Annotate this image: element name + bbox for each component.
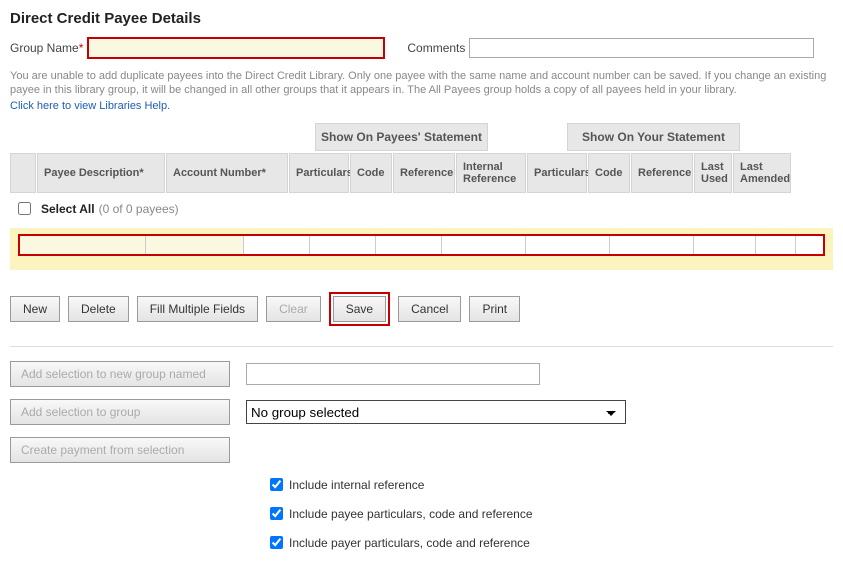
cell-code-2[interactable] (610, 236, 694, 254)
cell-reference[interactable] (376, 236, 442, 254)
cell-last-used (756, 236, 796, 254)
group-select[interactable]: No group selected (246, 400, 626, 424)
help-link[interactable]: Click here to view Libraries Help. (10, 100, 170, 112)
select-all-checkbox[interactable] (18, 202, 31, 215)
col-header-particulars-2: Particulars (527, 153, 587, 193)
fill-multiple-button[interactable]: Fill Multiple Fields (137, 296, 258, 322)
group-name-label: Group Name* (10, 41, 83, 55)
info-text: You are unable to add duplicate payees i… (10, 69, 833, 97)
group-name-input[interactable] (87, 37, 385, 59)
include-internal-ref-label: Include internal reference (289, 478, 424, 492)
cell-code[interactable] (310, 236, 376, 254)
create-payment-button: Create payment from selection (10, 437, 230, 463)
save-button[interactable]: Save (333, 296, 386, 322)
select-all-label: Select All (41, 202, 95, 216)
cell-internal-ref[interactable] (442, 236, 526, 254)
page-title: Direct Credit Payee Details (10, 10, 833, 27)
group-header-payees: Show On Payees' Statement (315, 123, 488, 151)
add-selection-new-group-button: Add selection to new group named (10, 361, 230, 387)
group-header-your: Show On Your Statement (567, 123, 740, 151)
include-payee-part-checkbox[interactable] (270, 507, 283, 520)
cell-payee-desc[interactable] (20, 236, 146, 254)
cell-particulars-2[interactable] (526, 236, 610, 254)
include-payee-part-label: Include payee particulars, code and refe… (289, 507, 533, 521)
cell-account-no[interactable] (146, 236, 244, 254)
include-payer-part-checkbox[interactable] (270, 536, 283, 549)
add-selection-to-group-button: Add selection to group (10, 399, 230, 425)
new-group-name-input[interactable] (246, 363, 540, 385)
include-payer-part-label: Include payer particulars, code and refe… (289, 536, 530, 550)
cell-last-amended (796, 236, 823, 254)
col-header-reference: Reference (393, 153, 455, 193)
col-header-internal-ref: Internal Reference (456, 153, 526, 193)
cancel-button[interactable]: Cancel (398, 296, 461, 322)
cell-reference-2[interactable] (694, 236, 756, 254)
col-header-particulars: Particulars (289, 153, 349, 193)
col-header-checkbox (10, 153, 36, 193)
print-button[interactable]: Print (469, 296, 520, 322)
col-header-last-used: Last Used (694, 153, 732, 193)
new-button[interactable]: New (10, 296, 60, 322)
table-row[interactable] (18, 234, 825, 256)
col-header-reference-2: Reference (631, 153, 693, 193)
col-header-code: Code (350, 153, 392, 193)
include-internal-ref-checkbox[interactable] (270, 478, 283, 491)
col-header-account-no: Account Number* (166, 153, 288, 193)
col-header-last-amended: Last Amended (733, 153, 791, 193)
cell-particulars[interactable] (244, 236, 310, 254)
clear-button: Clear (266, 296, 321, 322)
select-all-counter: (0 of 0 payees) (99, 202, 179, 216)
comments-input[interactable] (469, 38, 814, 58)
comments-label: Comments (407, 41, 465, 55)
col-header-payee-desc: Payee Description* (37, 153, 165, 193)
col-header-code-2: Code (588, 153, 630, 193)
delete-button[interactable]: Delete (68, 296, 129, 322)
